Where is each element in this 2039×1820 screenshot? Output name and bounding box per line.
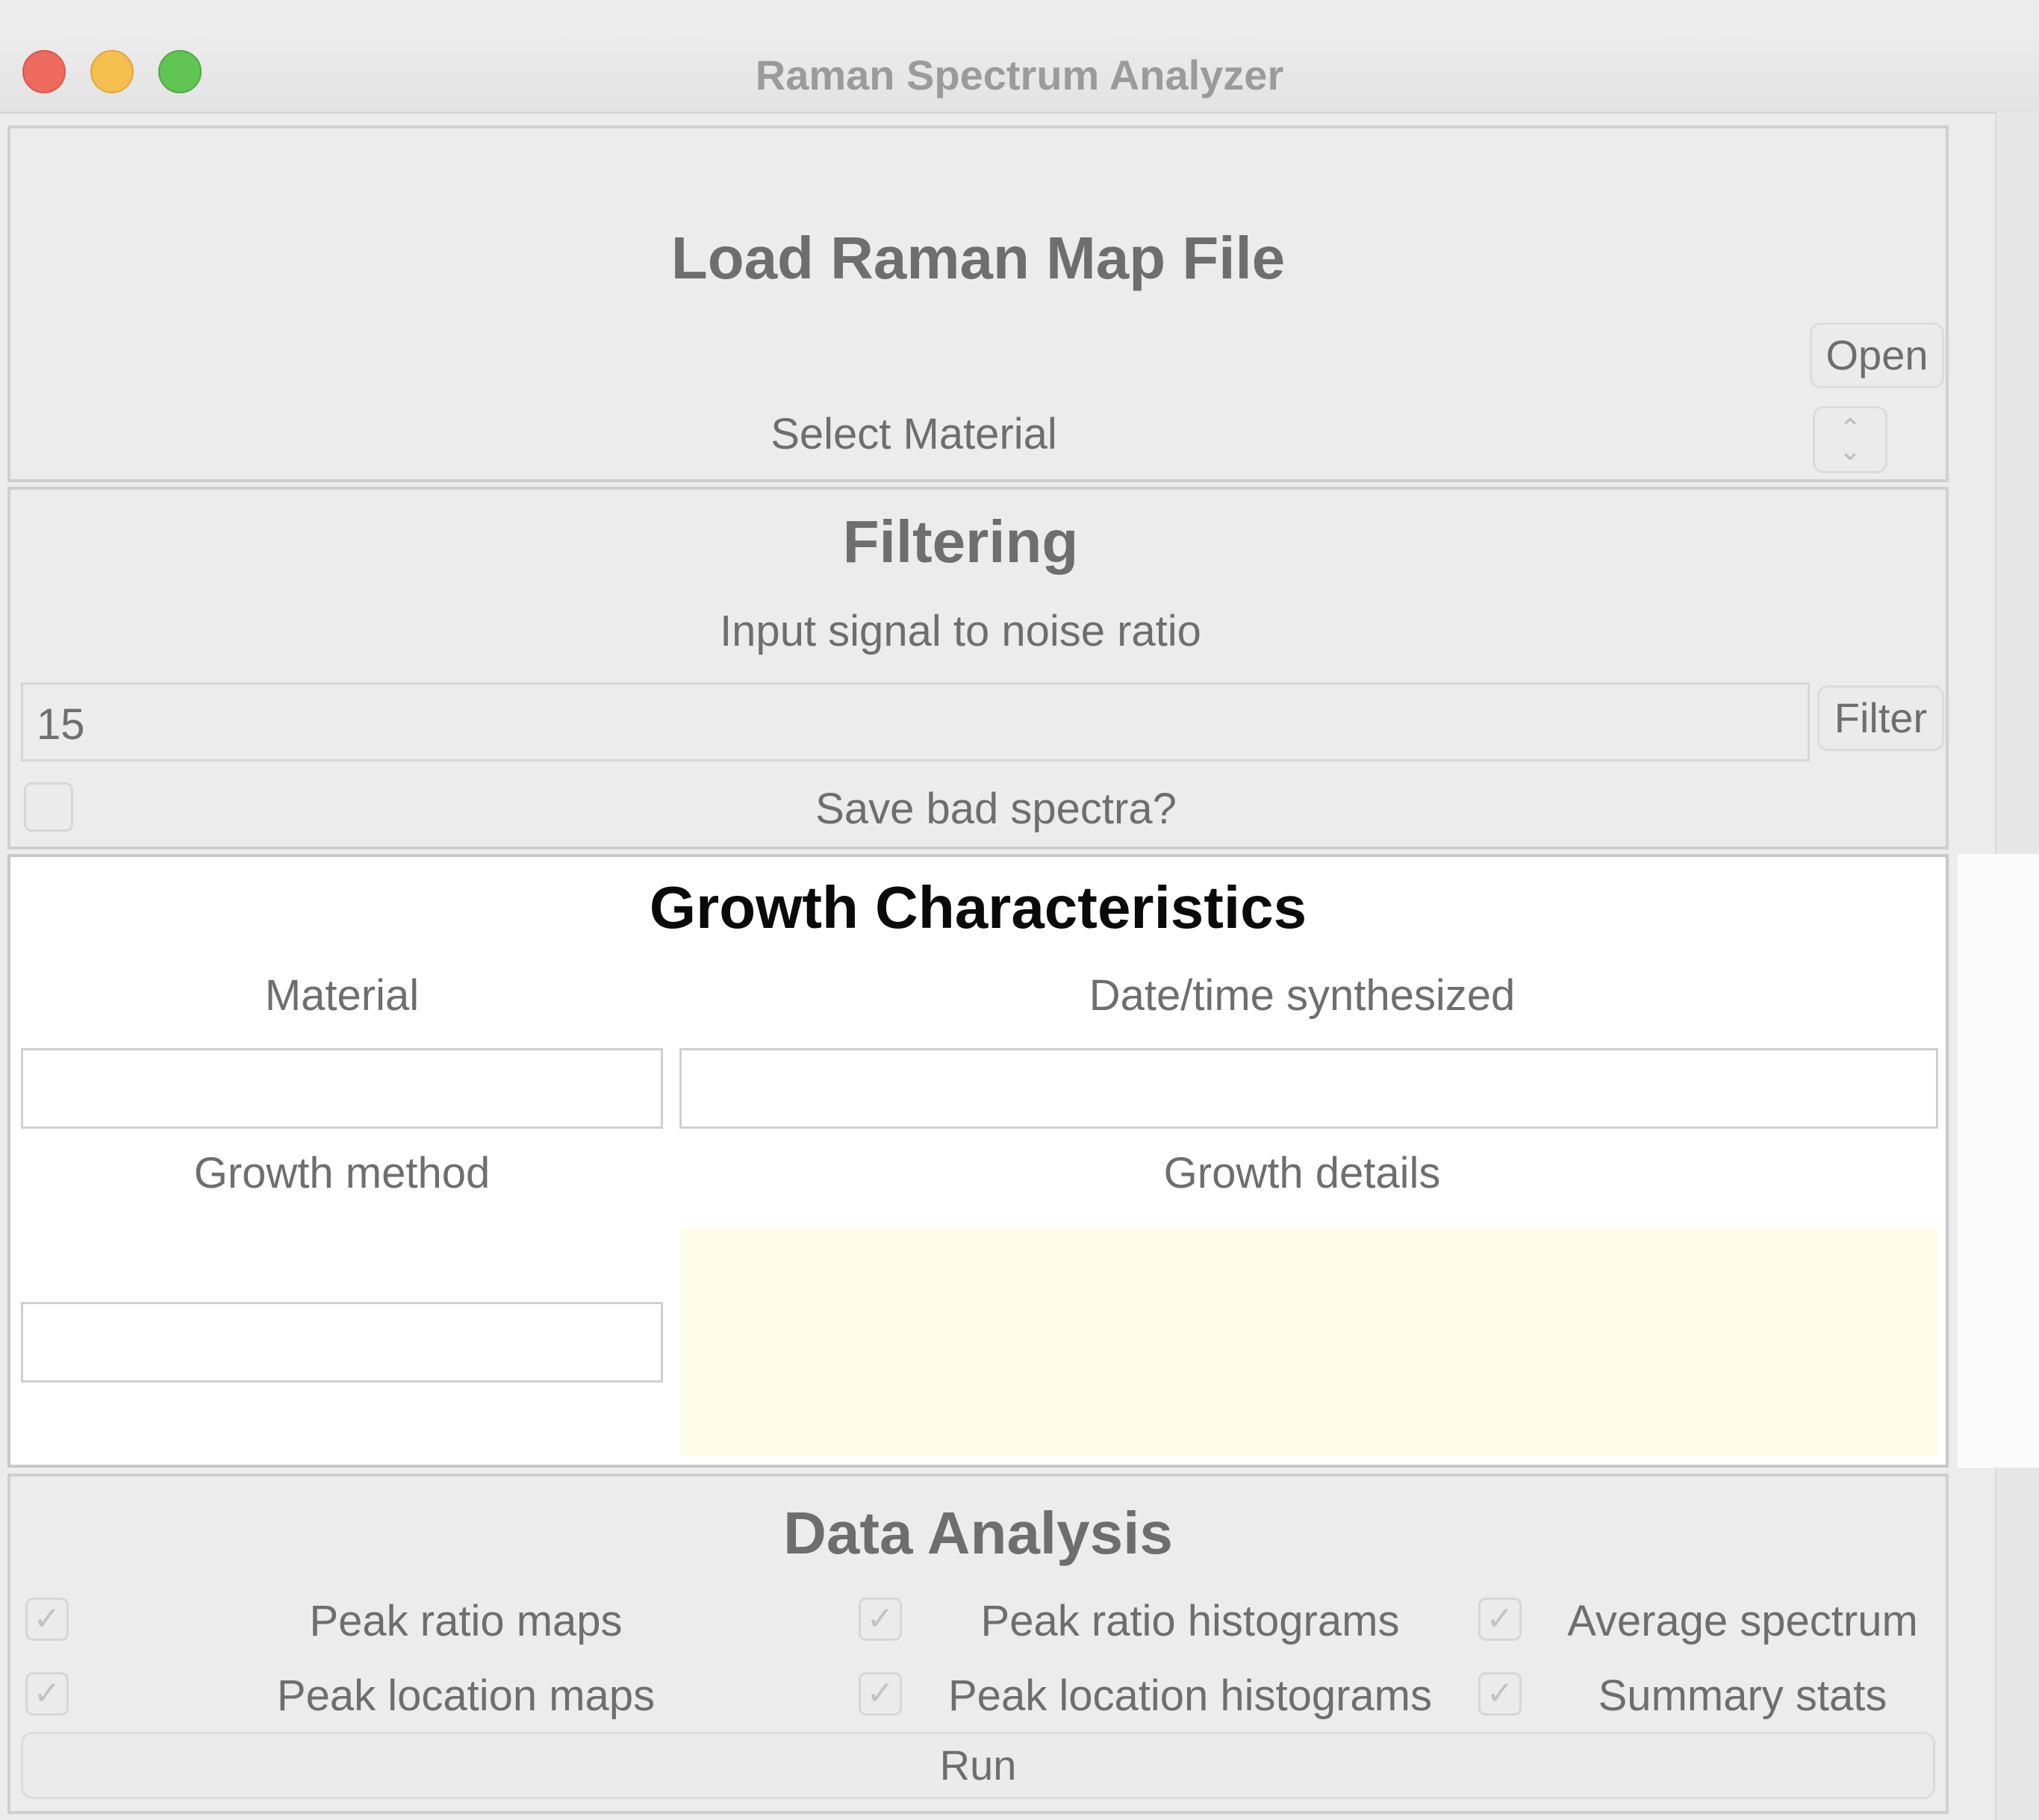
load-file-panel: Load Raman Map File Open Select Material… (7, 125, 1949, 482)
peak-ratio-histograms-checkbox[interactable]: ✓ (859, 1598, 902, 1641)
material-field[interactable] (21, 1048, 663, 1129)
filtering-panel: Filtering Input signal to noise ratio 15… (7, 487, 1949, 850)
load-heading: Load Raman Map File (670, 225, 1286, 291)
filter-heading: Filtering (842, 508, 1079, 575)
datetime-label: Date/time synthesized (1089, 971, 1516, 1020)
snr-value: 15 (37, 700, 85, 749)
peak-location-maps-checkbox[interactable]: ✓ (25, 1672, 69, 1715)
summary-stats-checkbox[interactable]: ✓ (1478, 1672, 1522, 1715)
chevron-updown-icon: ⌃ ⌄ (1838, 413, 1862, 466)
peak-location-histograms-checkbox[interactable]: ✓ (859, 1672, 902, 1715)
peak-ratio-maps-checkbox[interactable]: ✓ (25, 1598, 69, 1641)
summary-stats-label: Summary stats (1598, 1671, 1887, 1720)
growth-details-textarea[interactable] (681, 1227, 1938, 1456)
peak-ratio-histograms-label: Peak ratio histograms (980, 1597, 1400, 1645)
average-spectrum-label: Average spectrum (1567, 1597, 1918, 1645)
growth-characteristics-panel: Growth Characteristics Material Date/tim… (7, 854, 1949, 1468)
title-bar: Raman Spectrum Analyzer (0, 28, 2039, 113)
peak-ratio-maps-label: Peak ratio maps (309, 1597, 623, 1645)
snr-label: Input signal to noise ratio (720, 607, 1201, 655)
growth-method-field[interactable] (21, 1302, 663, 1383)
save-bad-spectra-label: Save bad spectra? (815, 785, 1177, 833)
growth-heading: Growth Characteristics (649, 874, 1307, 941)
snr-input[interactable]: 15 (21, 682, 1810, 761)
analysis-heading: Data Analysis (783, 1500, 1173, 1566)
material-label: Material (264, 971, 420, 1020)
select-material-label: Select Material (771, 410, 1057, 458)
filter-button[interactable]: Filter (1817, 685, 1944, 751)
open-button[interactable]: Open (1810, 322, 1944, 388)
datetime-field[interactable] (679, 1048, 1938, 1129)
save-bad-spectra-checkbox[interactable] (24, 782, 73, 832)
average-spectrum-checkbox[interactable]: ✓ (1478, 1598, 1522, 1641)
growth-details-label: Growth details (1163, 1149, 1441, 1197)
right-edge-highlight (1958, 854, 2039, 1468)
data-analysis-panel: Data Analysis ✓ Peak ratio maps ✓ Peak r… (7, 1474, 1949, 1814)
run-button[interactable]: Run (21, 1732, 1935, 1799)
peak-location-maps-label: Peak location maps (276, 1671, 656, 1720)
peak-location-histograms-label: Peak location histograms (948, 1671, 1432, 1720)
window-title: Raman Spectrum Analyzer (755, 52, 1284, 99)
growth-method-label: Growth method (193, 1149, 491, 1197)
select-material-dropdown[interactable]: ⌃ ⌄ (1813, 406, 1887, 473)
